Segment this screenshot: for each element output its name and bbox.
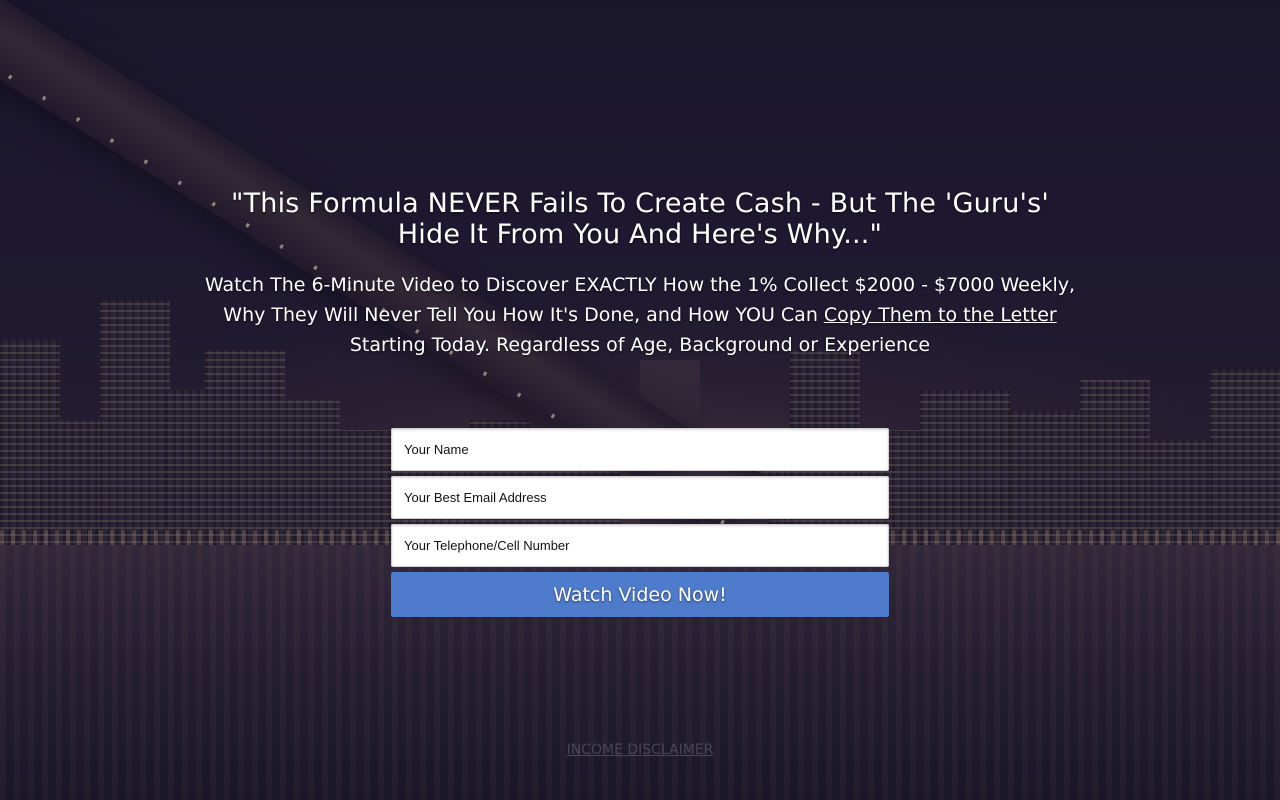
headline-line-2: Hide It From You And Here's Why..." [397, 219, 883, 250]
headline: "This Formula NEVER Fails To Create Cash… [190, 188, 1090, 250]
subheadline: Watch The 6-Minute Video to Discover EXA… [180, 270, 1100, 360]
copy-them-link[interactable]: Copy Them to the Letter [824, 304, 1057, 326]
subhead-line-2: Why They Will Never Tell You How It's Do… [223, 304, 824, 326]
landing-content: "This Formula NEVER Fails To Create Cash… [0, 0, 1280, 800]
phone-field[interactable] [391, 524, 889, 567]
email-field[interactable] [391, 476, 889, 519]
name-field[interactable] [391, 428, 889, 471]
watch-video-button[interactable]: Watch Video Now! [391, 572, 889, 617]
subhead-line-1: Watch The 6-Minute Video to Discover EXA… [204, 274, 1076, 296]
optin-form: Watch Video Now! [391, 428, 889, 617]
headline-line-1: "This Formula NEVER Fails To Create Cash… [230, 188, 1050, 219]
subhead-line-3: Starting Today. Regardless of Age, Backg… [349, 334, 931, 356]
income-disclaimer-link[interactable]: INCOME DISCLAIMER [0, 742, 1280, 758]
